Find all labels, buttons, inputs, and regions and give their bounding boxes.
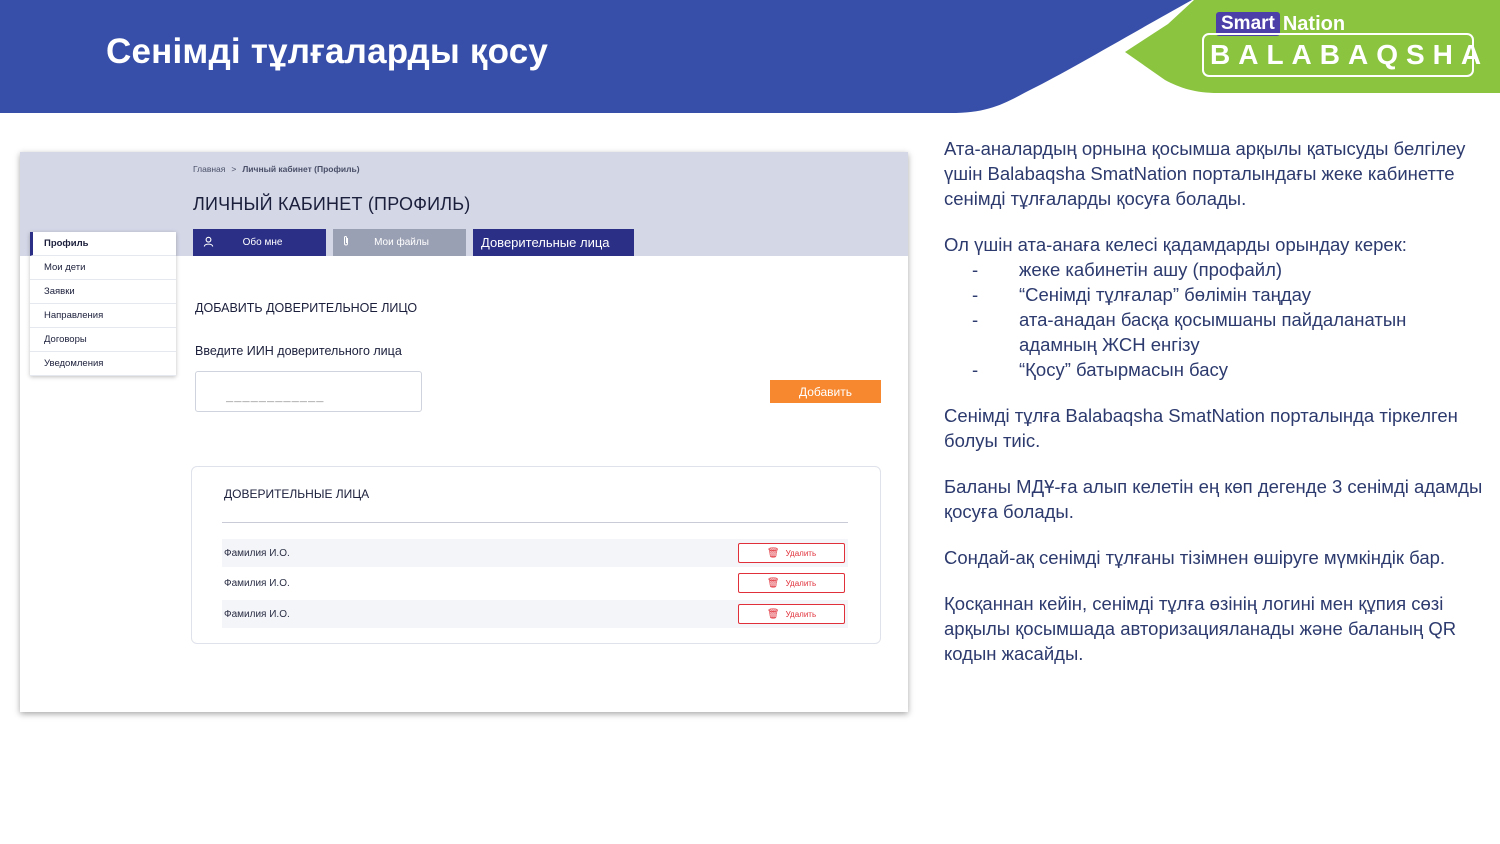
sidebar-item-my-children[interactable]: Мои дети (30, 256, 176, 280)
tab-trusted-persons[interactable]: Доверительные лица (473, 229, 634, 256)
step-item: “Қосу” батырмасын басу (944, 357, 1484, 382)
delete-button-label: Удалить (785, 548, 817, 558)
description-text: Ата-аналардың орнына қосымша арқылы қаты… (944, 136, 1484, 666)
step-item: “Сенімді тұлғалар” бөлімін таңдау (944, 282, 1484, 307)
cabinet-sidebar: Профиль Мои дети Заявки Направления Дого… (30, 232, 176, 376)
sidebar-item-referrals[interactable]: Направления (30, 304, 176, 328)
sidebar-item-notifications[interactable]: Уведомления (30, 352, 176, 376)
iin-input[interactable] (195, 371, 422, 412)
registration-note: Сенімді тұлға Balabaqsha SmatNation порт… (944, 405, 1458, 451)
table-row: Фамилия И.О. 🗑 Удалить (222, 539, 848, 567)
tab-my-files-label: Мои файлы (374, 237, 429, 248)
table-row: Фамилия И.О. 🗑 Удалить (222, 569, 848, 597)
iin-label: Введите ИИН доверительного лица (195, 344, 402, 358)
sidebar-item-profile[interactable]: Профиль (30, 232, 176, 256)
trash-icon: 🗑 (766, 577, 780, 589)
paperclip-icon (341, 235, 355, 250)
delete-button[interactable]: 🗑 Удалить (738, 604, 845, 624)
add-button[interactable]: Добавить (770, 380, 881, 403)
trusted-person-name: Фамилия И.О. (224, 608, 290, 620)
breadcrumb: Главная > Личный кабинет (Профиль) (193, 164, 360, 174)
sidebar-item-contracts[interactable]: Договоры (30, 328, 176, 352)
divider (222, 522, 848, 523)
steps-intro: Ол үшін ата-анаға келесі қадамдарды орын… (944, 234, 1407, 255)
delete-note: Сондай-ақ сенімді тұлғаны тізімнен өшіру… (944, 547, 1446, 568)
user-icon (203, 236, 217, 250)
delete-button-label: Удалить (785, 578, 817, 588)
trusted-persons-panel: ДОВЕРИТЕЛЬНЫЕ ЛИЦА Фамилия И.О. 🗑 Удалит… (191, 466, 881, 644)
trusted-person-name: Фамилия И.О. (224, 547, 290, 559)
delete-button-label: Удалить (785, 609, 817, 619)
slide-title: Сенімді тұлғаларды қосу (106, 32, 549, 71)
steps-list: жеке кабинетін ашу (профайл) “Сенімді тұ… (944, 257, 1484, 382)
add-trusted-title: ДОБАВИТЬ ДОВЕРИТЕЛЬНОЕ ЛИЦО (195, 301, 418, 315)
tab-about-me[interactable]: Обо мне (193, 229, 326, 256)
tab-trusted-persons-label: Доверительные лица (481, 235, 610, 250)
logo-product: BALABAQSHA (1202, 33, 1481, 77)
sidebar-item-applications[interactable]: Заявки (30, 280, 176, 304)
page-title: ЛИЧНЫЙ КАБИНЕТ (ПРОФИЛЬ) (193, 194, 471, 214)
breadcrumb-home[interactable]: Главная (193, 164, 225, 174)
breadcrumb-separator: > (231, 164, 237, 174)
delete-button[interactable]: 🗑 Удалить (738, 543, 845, 563)
step-item: ата-анадан басқа қосымшаны пайдаланатын … (944, 307, 1484, 357)
trash-icon: 🗑 (766, 547, 780, 559)
breadcrumb-current: Личный кабинет (Профиль) (242, 164, 360, 174)
trusted-persons-title: ДОВЕРИТЕЛЬНЫЕ ЛИЦА (224, 487, 370, 501)
trusted-person-name: Фамилия И.О. (224, 577, 290, 589)
delete-button[interactable]: 🗑 Удалить (738, 573, 845, 593)
limit-note: Баланы МДҰ-ға алып келетін ең көп дегенд… (944, 476, 1483, 522)
tab-about-me-label: Обо мне (242, 237, 283, 248)
intro-paragraph: Ата-аналардың орнына қосымша арқылы қаты… (944, 138, 1466, 209)
authorization-note: Қосқаннан кейін, сенімді тұлға өзінің ло… (944, 593, 1457, 664)
step-item: жеке кабинетін ашу (профайл) (944, 257, 1484, 282)
table-row: Фамилия И.О. 🗑 Удалить (222, 600, 848, 628)
tab-my-files[interactable]: Мои файлы (333, 229, 466, 256)
trash-icon: 🗑 (766, 608, 780, 620)
smartnation-balabaqsha-logo: Smart Nation BALABAQSHA (1202, 12, 1481, 82)
cabinet-screenshot: Главная > Личный кабинет (Профиль) ЛИЧНЫ… (20, 152, 908, 712)
